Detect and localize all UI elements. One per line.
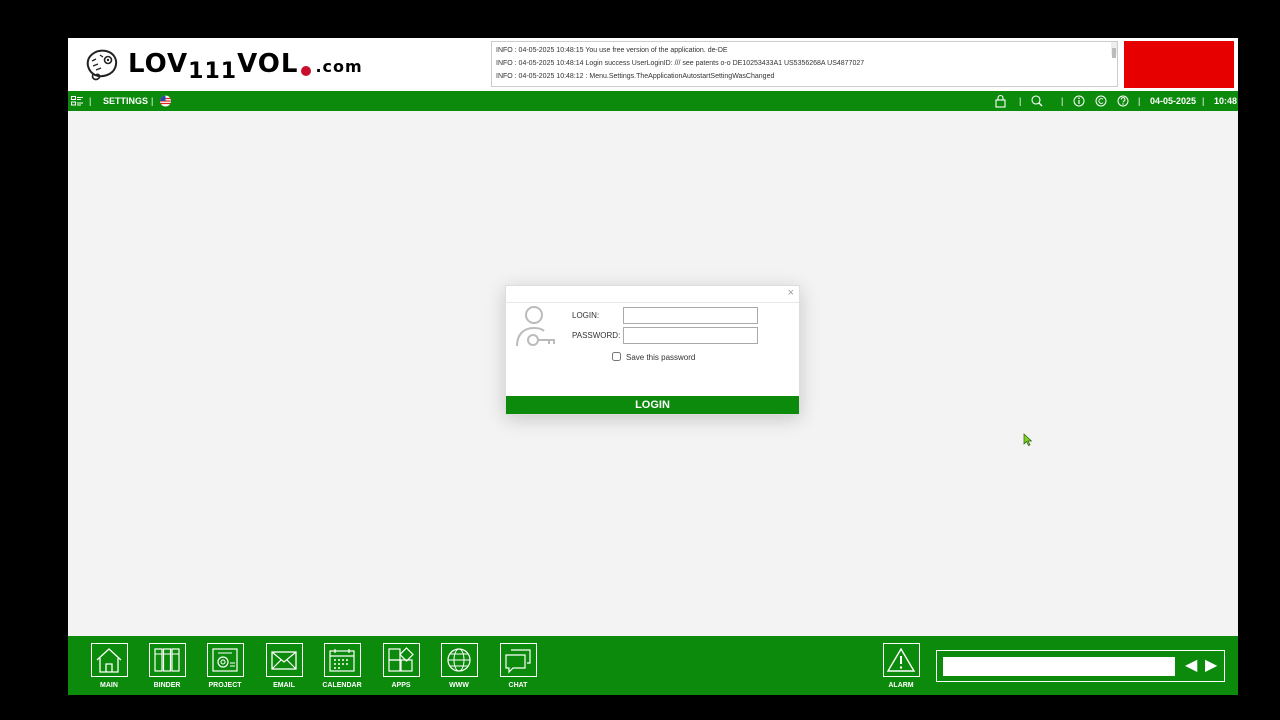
mouse-cursor-icon xyxy=(1023,433,1033,446)
menu-separator: | xyxy=(151,96,154,106)
menu-separator: | xyxy=(1202,96,1205,106)
alarm-icon xyxy=(886,647,916,672)
menu-separator: | xyxy=(1019,96,1022,106)
binder-label: BINDER xyxy=(153,682,181,689)
login-input[interactable] xyxy=(623,307,758,324)
time-display: 10:48 xyxy=(1214,96,1238,106)
password-label: PASSWORD: xyxy=(572,331,621,340)
menu-list-icon[interactable] xyxy=(71,91,84,111)
logo-dot xyxy=(301,66,312,76)
us-flag-icon[interactable] xyxy=(159,91,172,111)
alarm-button[interactable]: ALARM xyxy=(881,643,921,689)
close-icon[interactable]: × xyxy=(788,287,794,299)
footer-toolbar: MAIN BINDER PROJECT EMAIL CALENDAR APPS … xyxy=(68,636,1238,695)
home-icon xyxy=(96,648,122,673)
main-area: × LOGIN: PASSWORD: Save this password LO… xyxy=(68,111,1238,636)
chat-button[interactable]: CHAT xyxy=(498,643,538,689)
log-line: INFO : 04-05-2025 10:48:12 : Menu.Settin… xyxy=(496,73,775,80)
date-display: 04-05-2025 xyxy=(1150,96,1197,106)
apps-button[interactable]: APPS xyxy=(381,643,421,689)
calendar-icon xyxy=(329,649,355,672)
email-label: EMAIL xyxy=(273,682,295,689)
logo-text-com: .com xyxy=(315,57,363,76)
menu-bar: | SETTINGS | | | | 04-05-2025 | 10:48 xyxy=(68,91,1238,111)
www-label: WWW xyxy=(449,682,469,689)
login-button[interactable]: LOGIN xyxy=(506,396,799,414)
main-button[interactable]: MAIN xyxy=(89,643,129,689)
login-dialog: × LOGIN: PASSWORD: Save this password LO… xyxy=(505,285,800,415)
status-indicator-red xyxy=(1124,41,1234,88)
lock-icon[interactable] xyxy=(994,91,1007,111)
calendar-label: CALENDAR xyxy=(322,682,362,689)
calendar-button[interactable]: CALENDAR xyxy=(322,643,362,689)
login-label: LOGIN: xyxy=(572,311,600,320)
project-button[interactable]: PROJECT xyxy=(205,643,245,689)
main-label: MAIN xyxy=(100,682,118,689)
logo-text-vol: VOL xyxy=(237,49,299,79)
apps-label: APPS xyxy=(391,682,411,689)
prev-arrow-icon[interactable]: ◀ xyxy=(1185,657,1197,675)
chat-icon xyxy=(505,649,531,674)
project-icon xyxy=(212,648,238,672)
dialog-titlebar: × xyxy=(506,286,799,303)
binder-icon xyxy=(154,648,180,672)
binder-button[interactable]: BINDER xyxy=(147,643,187,689)
project-label: PROJECT xyxy=(208,682,242,689)
logo: LOV 111 VOL .com xyxy=(82,46,363,84)
log-panel[interactable]: INFO : 04-05-2025 10:48:15 You use free … xyxy=(491,41,1118,87)
email-button[interactable]: EMAIL xyxy=(264,643,304,689)
globe-icon xyxy=(447,648,471,672)
chameleon-logo-icon xyxy=(86,49,118,81)
logo-text-lov: LOV xyxy=(128,49,189,79)
bottom-input-panel: ◀ ▶ xyxy=(936,650,1225,682)
email-icon xyxy=(271,651,297,670)
logo-text-111: 111 xyxy=(188,59,238,84)
menu-separator: | xyxy=(1061,96,1064,106)
menu-separator: | xyxy=(1138,96,1141,106)
log-line: INFO : 04-05-2025 10:48:14 Login success… xyxy=(496,60,865,67)
menu-separator: | xyxy=(89,96,92,106)
user-key-icon xyxy=(516,306,555,347)
menu-settings[interactable]: SETTINGS xyxy=(103,91,148,111)
bottom-text-input[interactable] xyxy=(943,657,1175,676)
log-line: INFO : 04-05-2025 10:48:15 You use free … xyxy=(496,47,728,54)
header: LOV 111 VOL .com INFO : 04-05-2025 10:48… xyxy=(68,38,1238,91)
help-icon[interactable] xyxy=(1117,91,1129,111)
password-input[interactable] xyxy=(623,327,758,344)
www-button[interactable]: WWW xyxy=(439,643,479,689)
chat-label: CHAT xyxy=(508,682,528,689)
save-password-checkbox[interactable] xyxy=(612,352,621,361)
search-user-icon[interactable] xyxy=(1030,91,1044,111)
save-password-label: Save this password xyxy=(626,353,696,362)
alarm-label: ALARM xyxy=(888,682,914,689)
app-window: LOV 111 VOL .com INFO : 04-05-2025 10:48… xyxy=(68,38,1238,695)
info-icon[interactable] xyxy=(1073,91,1085,111)
apps-icon xyxy=(388,647,414,672)
next-arrow-icon[interactable]: ▶ xyxy=(1205,657,1217,675)
log-scrollbar[interactable] xyxy=(1111,42,1117,58)
copyright-icon[interactable] xyxy=(1095,91,1107,111)
